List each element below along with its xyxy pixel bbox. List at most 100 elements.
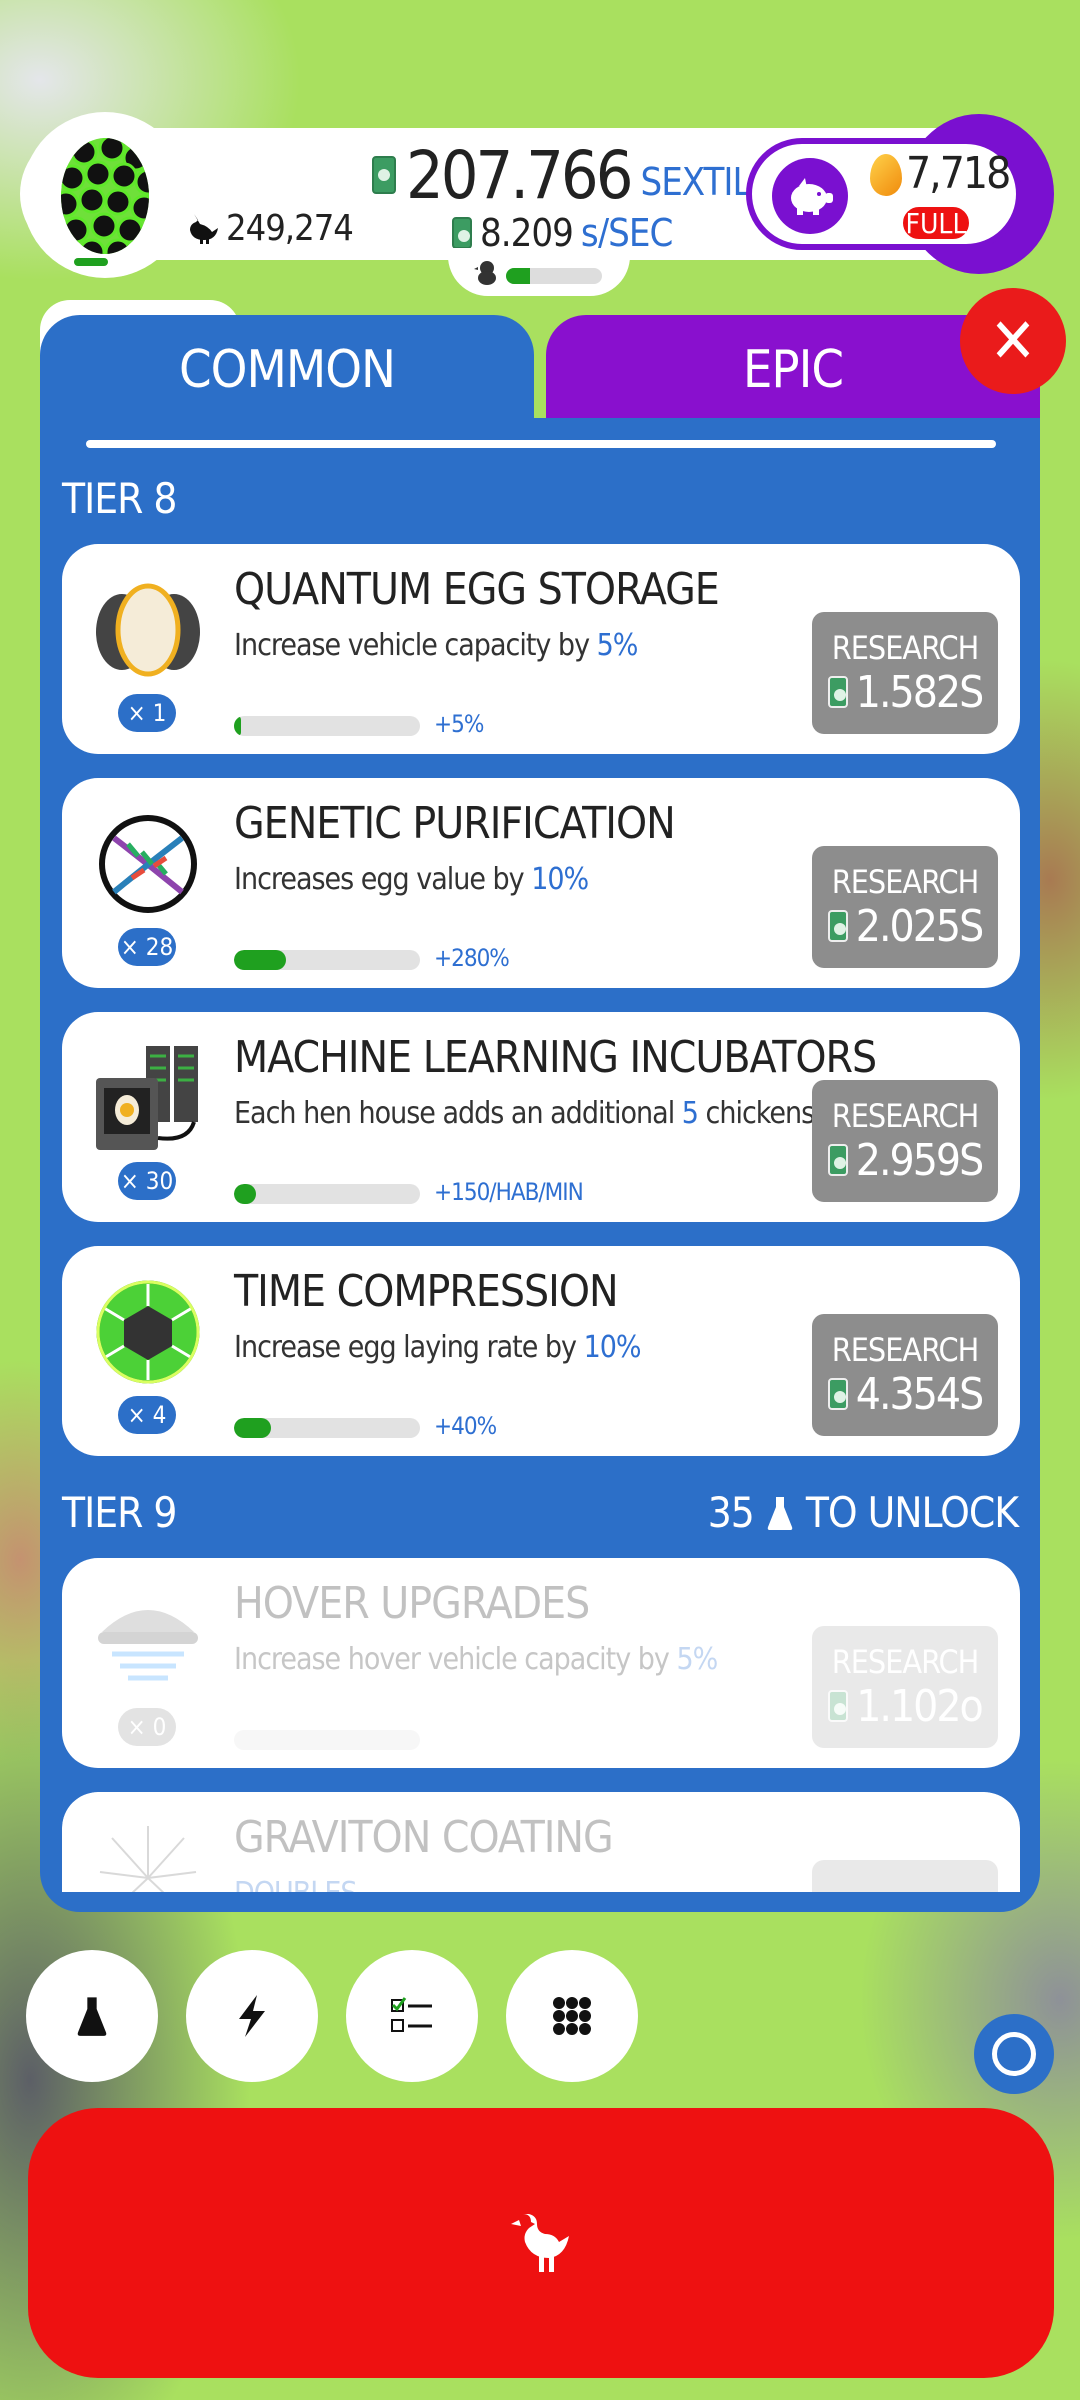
research-price: 1.102o (828, 1681, 984, 1732)
research-progress-bar (234, 1418, 420, 1438)
research-bonus: +280% (434, 944, 510, 972)
research-button-label: RESEARCH (831, 862, 980, 901)
tier-8-label: TIER 8 (62, 474, 177, 523)
research-price: 1.582S (827, 667, 984, 718)
cash-icon (372, 156, 396, 194)
ring-icon (992, 2032, 1036, 2076)
quantum-egg-icon (61, 138, 149, 254)
golden-egg-count: 7,718 (906, 148, 1011, 199)
piggy-bank-button[interactable] (772, 158, 848, 234)
research-lab-button[interactable] (26, 1950, 158, 2082)
research-bonus: +40% (434, 1412, 497, 1440)
tab-underline (86, 440, 996, 448)
research-progress-fill (234, 1184, 257, 1204)
chicken-icon (511, 2214, 569, 2272)
research-progress-bar (234, 1730, 420, 1750)
research-card-genetic-purification: × 28 GENETIC PURIFICATION Increases egg … (62, 778, 1020, 988)
research-progress-fill (234, 716, 242, 736)
golden-egg-icon (870, 154, 902, 196)
research-button[interactable]: RESEARCH 2.959S (812, 1080, 998, 1202)
missions-button[interactable] (346, 1950, 478, 2082)
cash-icon (827, 910, 848, 942)
research-price: 2.025S (827, 901, 984, 952)
unlock-text: TO UNLOCK (805, 1488, 1019, 1537)
incubator-server-icon (96, 1046, 198, 1150)
research-description: Increase hover vehicle capacity by 5% (234, 1642, 718, 1677)
research-progress-fill (234, 950, 287, 970)
unlock-count: 35 (707, 1488, 755, 1537)
research-title: HOVER UPGRADES (234, 1578, 590, 1629)
research-level-badge: × 4 (118, 1396, 176, 1434)
research-button[interactable]: RESEARCH 4.354S (812, 1314, 998, 1436)
research-button-label: RESEARCH (831, 628, 980, 667)
grid-icon (553, 1997, 591, 2035)
graviton-icon (99, 1826, 197, 1892)
piggy-bank-icon (791, 178, 833, 215)
research-description: DOUBLES (234, 1876, 358, 1892)
research-bonus: +150/HAB/MIN (434, 1178, 584, 1206)
research-price: 2.959S (827, 1135, 984, 1186)
research-button: RESEARCH 1.102o (812, 1626, 998, 1748)
research-card-time-compression: × 4 TIME COMPRESSION Increase egg laying… (62, 1246, 1020, 1456)
boosts-button[interactable] (186, 1950, 318, 2082)
cash-icon (827, 676, 848, 708)
research-button-label: RESEARCH (831, 1330, 980, 1369)
camera-toggle-button[interactable] (974, 2014, 1054, 2094)
research-button-label: RESEARCH (831, 1642, 980, 1681)
research-card-graviton-coating-clip: GRAVITON COATING DOUBLES RESEARCH (62, 1792, 1020, 1892)
research-card-hover-upgrades: × 0 HOVER UPGRADES Increase hover vehicl… (62, 1558, 1020, 1768)
research-progress-bar (234, 1184, 420, 1204)
research-button[interactable]: RESEARCH 1.582S (812, 612, 998, 734)
research-price: 4.354S (827, 1369, 984, 1420)
tier-9-unlock-requirement: 35 TO UNLOCK (707, 1488, 1019, 1537)
research-progress-fill (234, 1418, 272, 1438)
hover-vehicle-icon (98, 1610, 198, 1681)
research-description: Increase vehicle capacity by 5% (234, 628, 638, 663)
research-level-badge: × 1 (118, 694, 176, 732)
research-button[interactable]: RESEARCH 2.025S (812, 846, 998, 968)
cash-icon (827, 1378, 848, 1410)
research-card-quantum-egg-storage: × 1 QUANTUM EGG STORAGE Increase vehicle… (62, 544, 1020, 754)
research-description: Increases egg value by 10% (234, 862, 589, 897)
close-button[interactable]: ✕ (960, 288, 1066, 394)
cash-icon (828, 1690, 849, 1722)
research-card-machine-learning-incubators: × 30 MACHINE LEARNING INCUBATORS Each he… (62, 1012, 1020, 1222)
chicken-count: 249,274 (186, 205, 354, 251)
research-level-badge: × 28 (118, 928, 176, 966)
cash-icon (827, 1144, 848, 1176)
research-description: Increase egg laying rate by 10% (234, 1330, 642, 1365)
checklist-icon (391, 1997, 432, 2032)
research-button: RESEARCH (812, 1860, 998, 1892)
egg-progress-bar (74, 258, 108, 266)
research-card-graviton-coating: GRAVITON COATING DOUBLES RESEARCH (62, 1792, 1020, 1892)
research-title: MACHINE LEARNING INCUBATORS (234, 1032, 877, 1083)
dna-icon (99, 815, 197, 913)
lightning-icon (239, 1995, 265, 2037)
money-value: 207.766 (406, 136, 633, 214)
flask-icon (77, 1997, 107, 2036)
chick-icon (474, 261, 496, 285)
menu-grid-button[interactable] (506, 1950, 638, 2082)
hatchery-bar (506, 268, 602, 284)
research-title: TIME COMPRESSION (234, 1266, 619, 1317)
research-description: Each hen house adds an additional 5 chic… (234, 1096, 871, 1131)
chicken-count-text: 249,274 (226, 207, 354, 249)
chicken-icon (190, 214, 218, 244)
research-progress-bar (234, 716, 420, 736)
research-progress-bar (234, 950, 420, 970)
hatch-chicken-button[interactable] (28, 2108, 1054, 2378)
flask-icon (767, 1496, 793, 1530)
research-title: GRAVITON COATING (234, 1812, 614, 1863)
research-button-label: RESEARCH (831, 1096, 980, 1135)
time-compression-icon (96, 1280, 200, 1384)
research-level-badge: × 30 (118, 1162, 176, 1200)
research-bonus: +5% (434, 710, 484, 738)
tier-9-label: TIER 9 (62, 1488, 177, 1537)
research-level-badge: × 0 (118, 1708, 176, 1746)
egg-type-button[interactable] (22, 112, 188, 278)
egg-storage-icon (96, 583, 200, 677)
cash-icon (452, 217, 472, 249)
research-title: QUANTUM EGG STORAGE (234, 564, 720, 615)
tab-common[interactable]: COMMON (40, 315, 534, 425)
hatchery-fill (506, 268, 530, 284)
